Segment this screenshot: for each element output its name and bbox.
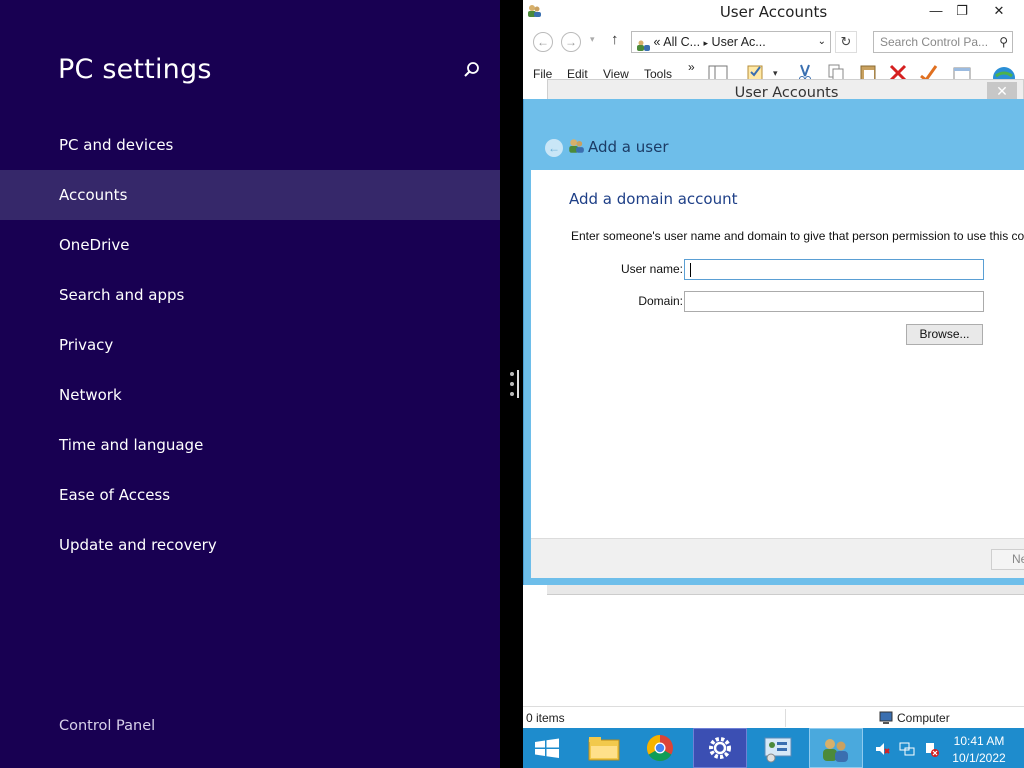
dialog-close-button[interactable]: ✕: [987, 82, 1017, 100]
nav-item-accounts[interactable]: Accounts: [0, 170, 500, 220]
forward-button[interactable]: →: [561, 32, 581, 52]
dialog-description: Enter someone's user name and domain to …: [571, 229, 1024, 243]
splitter-grip-bar[interactable]: [517, 370, 519, 398]
dialog-bottom-edge: [547, 585, 1024, 595]
text-caret: [690, 263, 691, 277]
volume-muted-icon[interactable]: [874, 741, 890, 757]
pc-settings-pane: PC settings PC and devices Accounts OneD…: [0, 0, 500, 768]
breadcrumb-user-accounts[interactable]: User Ac...: [712, 35, 766, 49]
splitter-grip-dot: [510, 372, 514, 376]
nav-item-ease-of-access[interactable]: Ease of Access: [0, 470, 500, 520]
recent-locations-icon[interactable]: ▾: [590, 34, 595, 45]
user-accounts-icon: [567, 137, 585, 155]
search-placeholder: Search Control Pa...: [880, 35, 989, 49]
dialog-header-title: Add a user: [588, 138, 669, 156]
menu-overflow[interactable]: »: [688, 60, 695, 74]
status-item-count: 0 items: [526, 711, 565, 725]
nav-item-search-and-apps[interactable]: Search and apps: [0, 270, 500, 320]
dialog-footer: Ne: [531, 538, 1024, 578]
username-input[interactable]: [684, 259, 984, 280]
close-button[interactable]: ✕: [984, 0, 1014, 22]
file-explorer-icon[interactable]: [577, 728, 631, 768]
nav-item-pc-and-devices[interactable]: PC and devices: [0, 120, 500, 170]
control-panel-taskbar-icon[interactable]: [751, 728, 805, 768]
domain-label: Domain:: [638, 294, 683, 308]
breadcrumb-separator[interactable]: ▸: [704, 38, 709, 48]
dialog-content: Add a domain account Enter someone's use…: [531, 170, 1024, 538]
explorer-titlebar[interactable]: User Accounts — ❐ ✕: [523, 0, 1024, 24]
domain-input[interactable]: [684, 291, 984, 312]
browse-button[interactable]: Browse...: [906, 324, 983, 345]
nav-item-privacy[interactable]: Privacy: [0, 320, 500, 370]
computer-icon: [878, 710, 894, 726]
control-panel-link[interactable]: Control Panel: [59, 718, 155, 734]
pc-settings-nav: PC and devices Accounts OneDrive Search …: [0, 120, 500, 570]
control-panel-icon: [636, 37, 650, 51]
back-arrow-icon[interactable]: ←: [545, 139, 563, 157]
chrome-icon[interactable]: [633, 728, 687, 768]
search-icon[interactable]: [462, 60, 482, 80]
nav-item-onedrive[interactable]: OneDrive: [0, 220, 500, 270]
address-bar: ← → ▾ ↑ « All C... ▸ User Ac... ⌄ ↻ Sear…: [523, 28, 1024, 56]
status-divider: [785, 709, 786, 727]
search-icon[interactable]: ⚲: [999, 32, 1008, 52]
status-location: Computer: [897, 711, 950, 725]
nav-item-time-and-language[interactable]: Time and language: [0, 420, 500, 470]
chevron-down-icon[interactable]: ⌄: [818, 32, 826, 52]
clock-time[interactable]: 10:41 AM: [947, 734, 1011, 748]
splitter-grip-dot: [510, 392, 514, 396]
status-bar: 0 items Computer: [523, 706, 1024, 728]
settings-icon[interactable]: [693, 728, 747, 768]
address-box[interactable]: « All C... ▸ User Ac... ⌄: [631, 31, 831, 53]
user-accounts-taskbar-icon[interactable]: [809, 728, 863, 768]
dialog-heading: Add a domain account: [569, 190, 738, 208]
back-button[interactable]: ←: [533, 32, 553, 52]
splitter-grip-dot: [510, 382, 514, 386]
action-center-icon[interactable]: [923, 741, 939, 757]
network-icon[interactable]: [899, 741, 915, 757]
refresh-button[interactable]: ↻: [835, 31, 857, 53]
username-label: User name:: [620, 262, 683, 276]
pc-settings-title: PC settings: [58, 54, 212, 85]
breadcrumb-all-control-panel[interactable]: All C...: [663, 35, 700, 49]
nav-item-network[interactable]: Network: [0, 370, 500, 420]
nav-item-update-and-recovery[interactable]: Update and recovery: [0, 520, 500, 570]
up-icon[interactable]: ↑: [611, 31, 619, 48]
dialog-header: ← Add a user: [531, 130, 1024, 166]
next-button[interactable]: Ne: [991, 549, 1024, 570]
start-button[interactable]: [523, 728, 577, 768]
clock-date[interactable]: 10/1/2022: [947, 751, 1011, 765]
search-input[interactable]: Search Control Pa... ⚲: [873, 31, 1013, 53]
address-prefix[interactable]: «: [653, 35, 660, 49]
restore-button[interactable]: ❐: [947, 0, 977, 22]
taskbar: 10:41 AM 10/1/2022: [523, 728, 1024, 768]
